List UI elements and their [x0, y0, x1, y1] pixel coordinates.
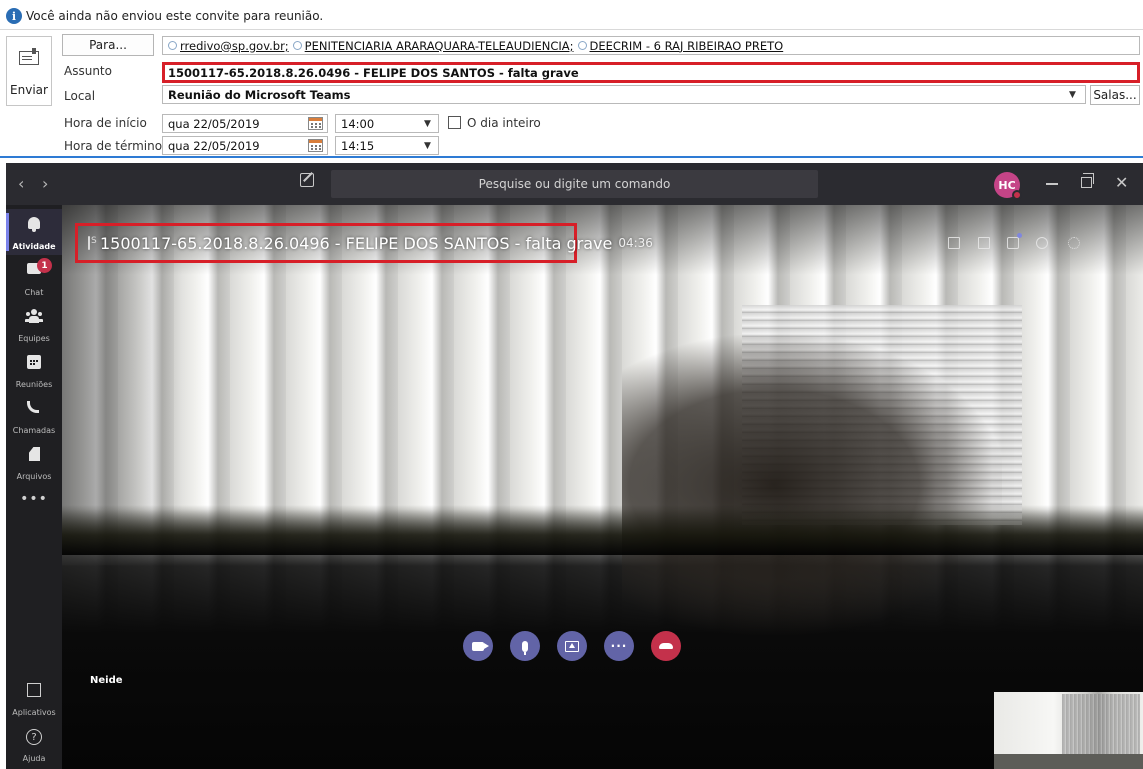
location-input[interactable]: Reunião do Microsoft Teams [162, 85, 1086, 104]
compose-icon[interactable] [300, 173, 314, 187]
help-icon: ? [26, 729, 42, 745]
chevron-down-icon[interactable]: ▼ [1069, 90, 1076, 100]
hang-up-button[interactable] [651, 631, 681, 661]
calendar-icon[interactable] [308, 117, 323, 130]
teams-title-bar: ‹ › Pesquise ou digite um comando HC ✕ [6, 163, 1143, 205]
forward-arrow-icon[interactable]: › [42, 174, 48, 193]
share-screen-button[interactable] [557, 631, 587, 661]
location-label: Local [64, 89, 96, 103]
rail-item-calls[interactable]: Chamadas [6, 393, 62, 439]
teams-icon [26, 309, 42, 323]
teams-window: ‹ › Pesquise ou digite um comando HC ✕ A… [6, 163, 1143, 769]
rail-item-teams[interactable]: Equipes [6, 301, 62, 347]
video-window-sill [62, 505, 1143, 555]
rail-item-chat[interactable]: 1 Chat [6, 255, 62, 301]
device-settings-icon[interactable] [948, 237, 960, 249]
apps-icon [27, 683, 41, 697]
calendar-icon [27, 355, 41, 369]
meeting-title: 1500117-65.2018.8.26.0496 - FELIPE DOS S… [100, 233, 613, 253]
divider [0, 29, 1143, 30]
send-button[interactable]: Enviar [6, 36, 52, 106]
rail-item-label: Aplicativos [12, 708, 56, 717]
camera-icon [472, 641, 489, 651]
rooms-button[interactable]: Salas... [1090, 85, 1140, 105]
avatar[interactable]: HC [994, 172, 1022, 200]
microphone-icon [522, 640, 528, 655]
recipient-chip[interactable]: PENITENCIARIA ARARAQUARA-TELEAUDIENCIA; [292, 38, 574, 53]
chevron-down-icon[interactable]: ▼ [424, 141, 431, 151]
subject-label: Assunto [64, 64, 112, 78]
video-stage: 1500117-65.2018.8.26.0496 - FELIPE DOS S… [62, 205, 1143, 769]
start-label: Hora de início [64, 116, 147, 130]
rail-item-label: Arquivos [16, 472, 52, 481]
chevron-down-icon[interactable]: ▼ [424, 119, 431, 129]
rail-item-meetings[interactable]: Reuniões [6, 347, 62, 393]
rail-item-label: Equipes [18, 334, 50, 343]
phone-icon [27, 401, 39, 413]
microphone-button[interactable] [510, 631, 540, 661]
rail-item-label: Chat [24, 288, 44, 297]
search-input[interactable]: Pesquise ou digite um comando [331, 170, 818, 198]
presence-busy-icon [1012, 190, 1022, 200]
recipient-chip[interactable]: DEECRIM - 6 RAJ RIBEIRAO PRETO [577, 38, 784, 53]
conversation-icon[interactable] [1007, 233, 1022, 249]
settings-gear-icon[interactable] [1068, 237, 1080, 249]
meeting-header: 1500117-65.2018.8.26.0496 - FELIPE DOS S… [75, 223, 653, 263]
rail-item-label: Ajuda [22, 754, 46, 763]
video-figure-shadow [622, 335, 1002, 635]
close-icon[interactable]: ✕ [1115, 173, 1128, 192]
recipient-name: DEECRIM - 6 RAJ RIBEIRAO PRETO [589, 38, 784, 53]
start-date-input[interactable]: qua 22/05/2019 [162, 114, 328, 133]
send-envelope-icon [19, 48, 39, 65]
app-rail: Atividade 1 Chat Equipes Reuniões Chamad… [6, 205, 62, 769]
info-message: Você ainda não enviou este convite para … [26, 9, 324, 23]
presence-icon [577, 41, 587, 50]
outlook-meeting-form: i Você ainda não enviou este convite par… [0, 0, 1143, 158]
restore-icon[interactable] [1081, 173, 1094, 188]
recipient-name: rredivo@sp.gov.br; [180, 38, 289, 53]
presence-icon [168, 41, 177, 50]
rail-item-label: Chamadas [12, 426, 56, 435]
more-actions-button[interactable]: ... [604, 631, 634, 661]
meeting-icon [88, 236, 97, 250]
rail-item-label: Atividade [12, 242, 56, 251]
participants-icon[interactable] [1036, 237, 1048, 249]
more-apps-button[interactable]: ••• [6, 491, 62, 507]
hang-up-icon [659, 643, 673, 649]
participant-name: Neide [90, 675, 123, 686]
calendar-icon[interactable] [308, 139, 323, 152]
rail-item-apps[interactable]: Aplicativos [6, 675, 62, 721]
unread-badge: 1 [37, 258, 52, 273]
all-day-label: O dia inteiro [467, 116, 541, 130]
presence-icon [292, 41, 302, 50]
info-icon: i [6, 8, 22, 24]
share-screen-icon [565, 640, 579, 652]
self-video-preview [994, 692, 1143, 769]
recipient-name: PENITENCIARIA ARARAQUARA-TELEAUDIENCIA; [304, 38, 574, 53]
meeting-timer: 04:36 [618, 236, 653, 250]
avatar-initials: HC [998, 178, 1016, 192]
files-icon [29, 447, 40, 461]
recipient-chip[interactable]: rredivo@sp.gov.br; [168, 39, 289, 53]
back-arrow-icon[interactable]: ‹ [18, 174, 24, 193]
to-field[interactable]: rredivo@sp.gov.br; PENITENCIARIA ARARAQU… [162, 36, 1140, 55]
to-button[interactable]: Para... [62, 34, 154, 56]
minimize-icon[interactable] [1046, 183, 1058, 185]
subject-input[interactable]: 1500117-65.2018.8.26.0496 - FELIPE DOS S… [162, 62, 1140, 83]
bell-icon [28, 217, 40, 232]
meeting-notes-icon[interactable] [978, 237, 990, 249]
all-day-checkbox[interactable] [448, 116, 461, 129]
send-button-label: Enviar [10, 83, 48, 97]
rail-item-activity[interactable]: Atividade [6, 209, 62, 255]
rail-item-help[interactable]: ? Ajuda [6, 721, 62, 767]
end-date-input[interactable]: qua 22/05/2019 [162, 136, 328, 155]
end-label: Hora de término [64, 139, 163, 153]
info-bar: i Você ainda não enviou este convite par… [6, 6, 323, 26]
more-icon: ... [610, 636, 628, 650]
camera-button[interactable] [463, 631, 493, 661]
rail-item-label: Reuniões [15, 380, 53, 389]
rail-item-files[interactable]: Arquivos [6, 439, 62, 485]
